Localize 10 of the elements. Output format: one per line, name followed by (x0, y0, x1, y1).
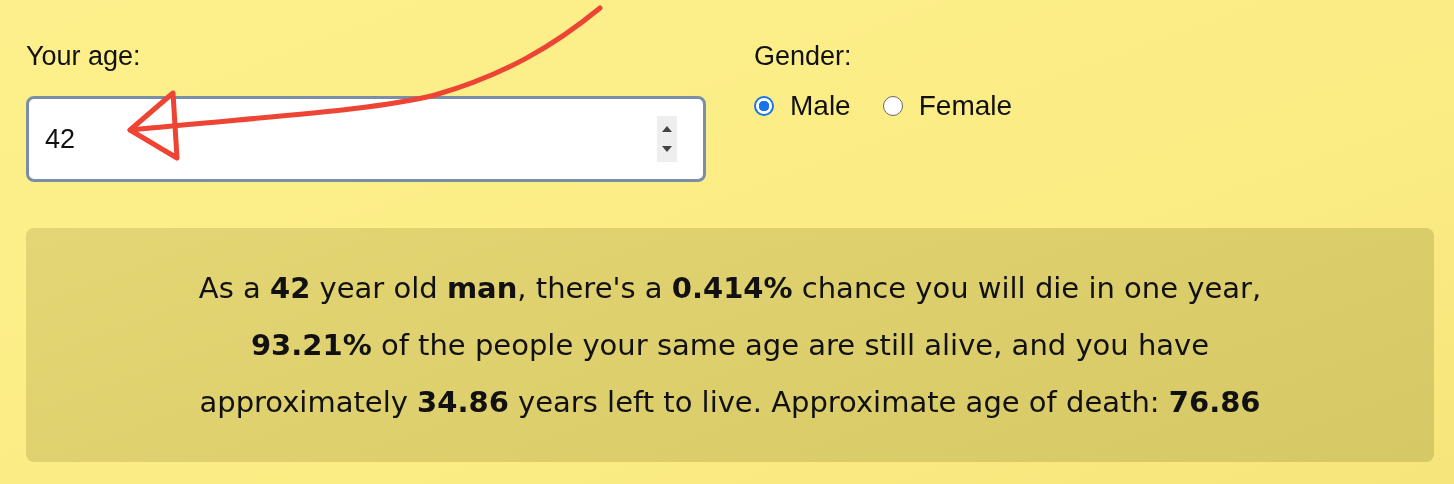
age-label: Your age: (26, 40, 142, 73)
field-value: 42 (45, 123, 76, 155)
option-label[interactable]: Male (790, 88, 851, 124)
radio-button[interactable] (754, 96, 774, 116)
age-field[interactable]: 42 (26, 96, 706, 182)
gender-label: Gender: (754, 40, 853, 73)
radio-button[interactable] (882, 96, 903, 116)
result-text: As a 42 year old man, there's a 0.414% chance you will die in one year, 93.21% of the people your same age are still alive, and you have approximately 34.86 years left to live. Approximate age of death: 76.86 (197, 269, 1263, 421)
spinner-icon[interactable] (657, 116, 677, 162)
option-label[interactable]: Female (918, 88, 1013, 124)
